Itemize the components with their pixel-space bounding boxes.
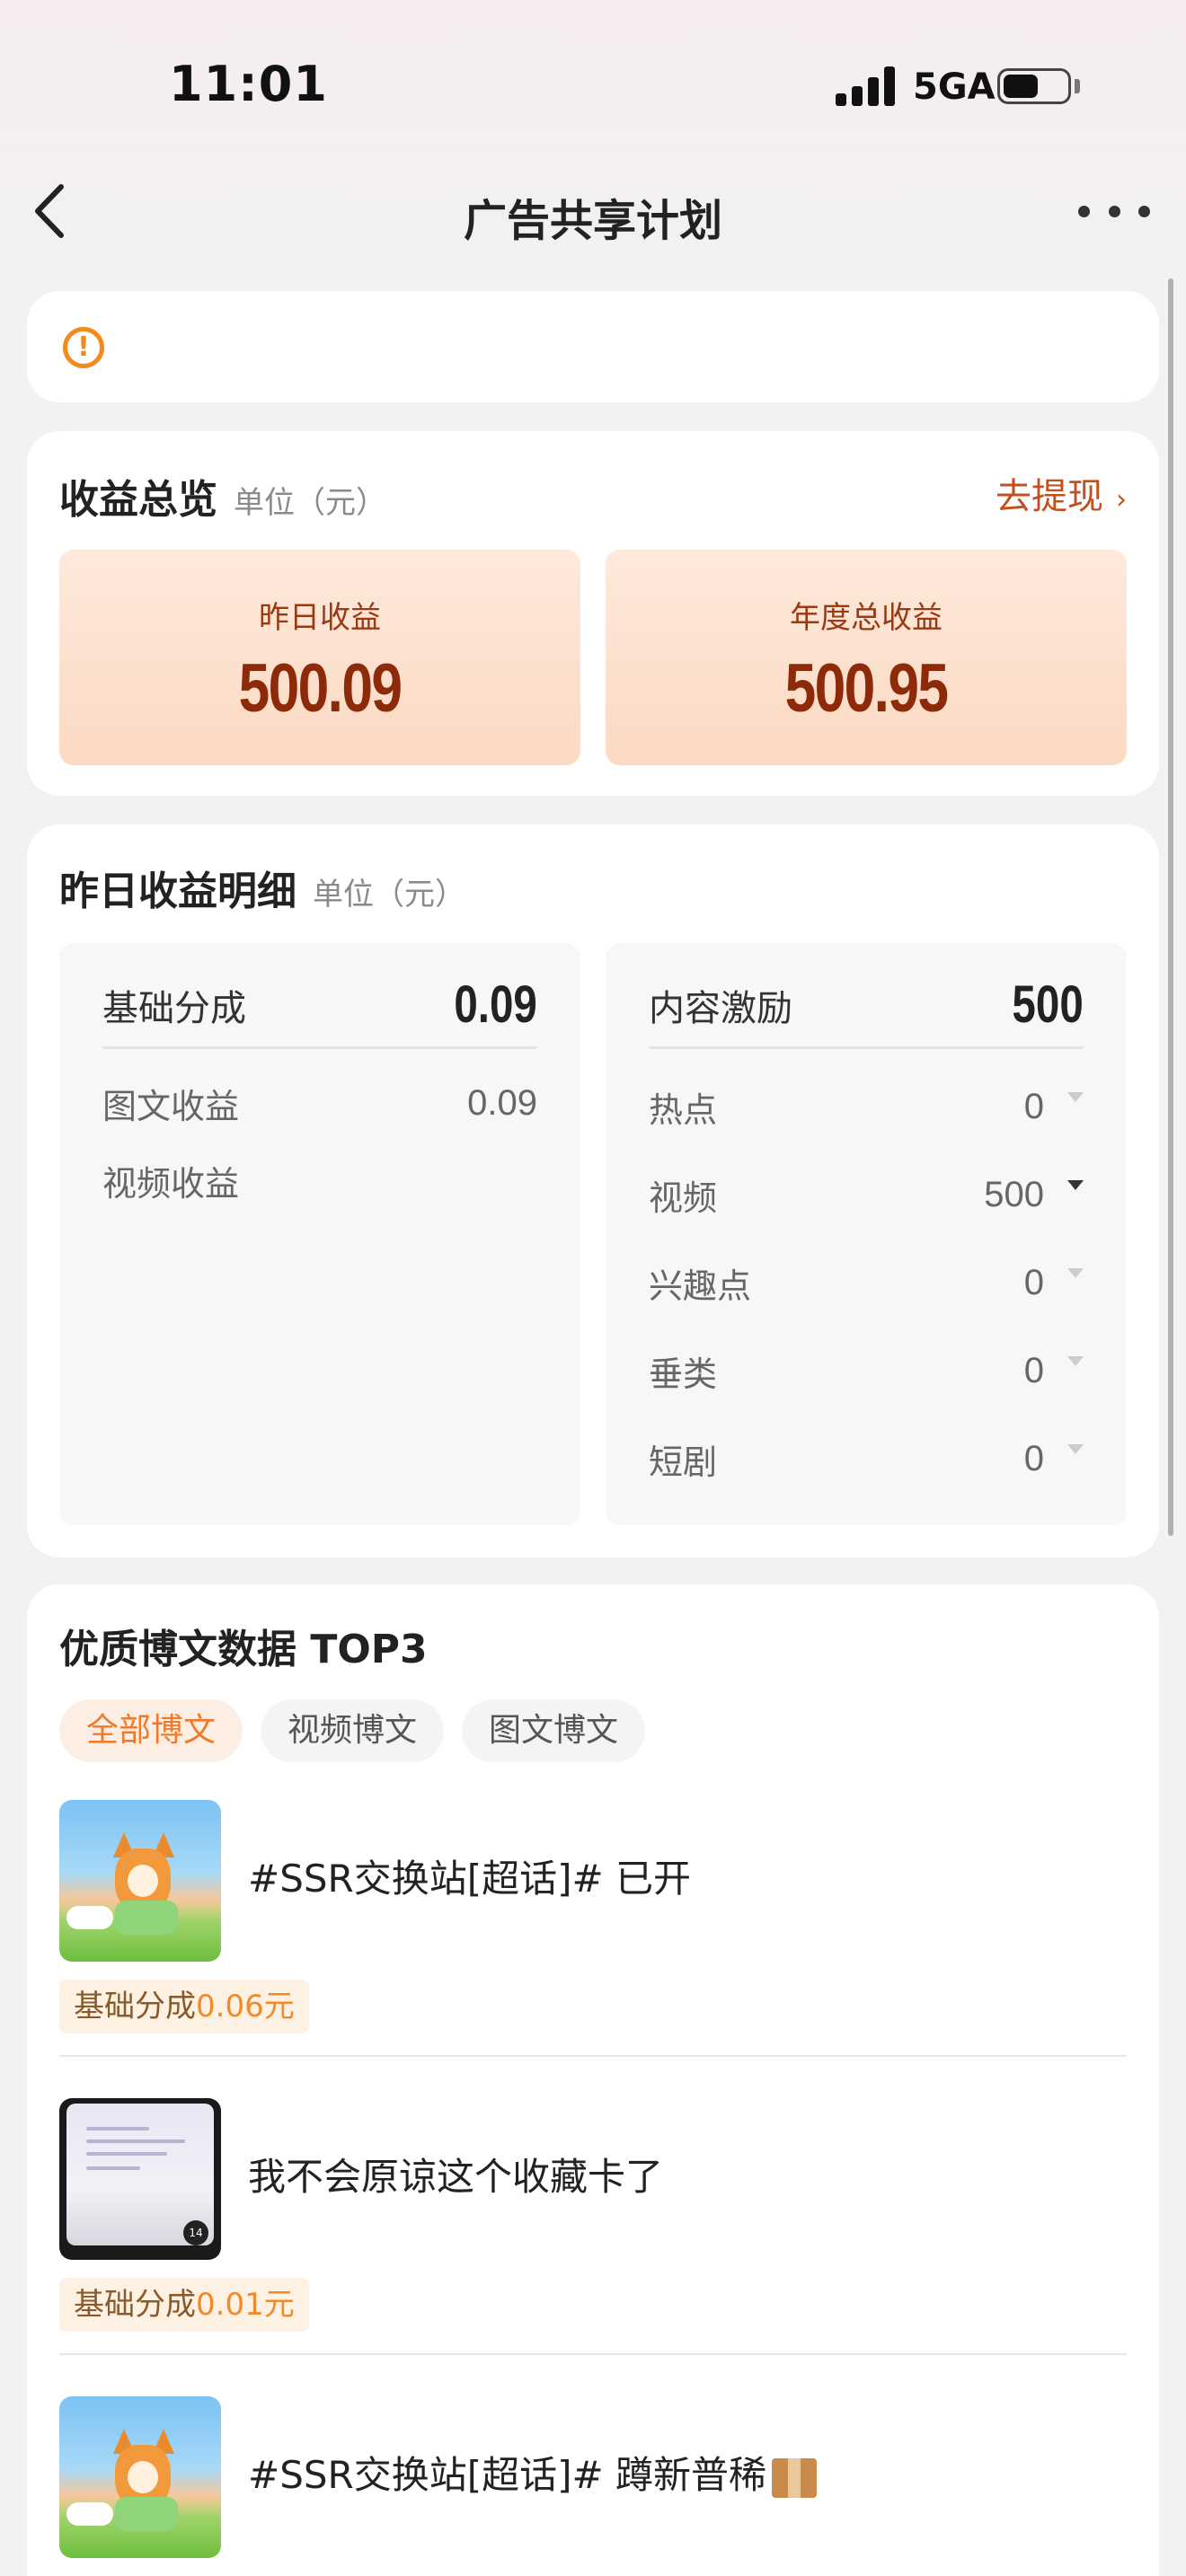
detail-title: 昨日收益明细 单位（元） <box>59 859 465 916</box>
base-share-header: 基础分成 0.09 <box>102 975 537 1049</box>
reward-badge: 基础分成0.01元 <box>59 2278 309 2332</box>
row-label: 图文收益 <box>102 1086 240 1126</box>
post-title: 我不会原谅这个收藏卡了 <box>248 2155 664 2199</box>
post-title: #SSR交换站[超话]# 已开 <box>248 1857 692 1901</box>
yesterday-earnings-label: 昨日收益 <box>259 600 381 636</box>
network-type: 5GA <box>913 66 996 108</box>
post-title: #SSR交换站[超话]# 蹲新普稀 <box>248 2445 818 2500</box>
yesterday-earnings-value: 500.09 <box>238 650 403 727</box>
yesterday-earnings-box: 昨日收益 500.09 <box>59 550 580 765</box>
post-thumbnail: 14 <box>59 2098 221 2260</box>
scrollbar[interactable] <box>1168 278 1173 1536</box>
caret-down-icon <box>1067 1355 1084 1366</box>
divider <box>59 2353 1127 2355</box>
chevron-right-icon: › <box>1116 484 1127 516</box>
top-posts-title: 优质博文数据 TOP3 <box>59 1627 428 1672</box>
package-icon <box>772 2457 818 2498</box>
top-posts-card: 优质博文数据 TOP3 全部博文 视频博文 图文博文 #SSR交换站[超话]# … <box>27 1584 1159 2576</box>
battery-cap <box>1075 79 1080 93</box>
dot <box>1078 205 1090 217</box>
row-label: 视频收益 <box>102 1163 240 1204</box>
content-incentive-box: 内容激励 500 热点 0 视频 500 兴趣点 0 垂类 0 短剧 0 <box>606 943 1127 1525</box>
tab-image-posts[interactable]: 图文博文 <box>462 1699 646 1762</box>
dot <box>1108 205 1120 217</box>
reward-label: 基础分成 <box>74 2287 196 2323</box>
row-value: 0 <box>1023 1262 1044 1302</box>
row-label: 热点 <box>649 1090 718 1130</box>
post-filter-tabs: 全部博文 视频博文 图文博文 <box>59 1699 646 1762</box>
post-thumbnail <box>59 1800 221 1962</box>
battery-icon <box>997 68 1071 104</box>
content-incentive-header: 内容激励 500 <box>649 975 1084 1049</box>
overview-title: 收益总览 单位（元） <box>59 467 386 525</box>
row-label: 垂类 <box>649 1354 718 1394</box>
base-row-graphic: 图文收益 0.09 <box>102 1076 537 1130</box>
incentive-row-hot[interactable]: 热点 0 <box>649 1080 1084 1134</box>
reward-amount: 0.01元 <box>196 2287 295 2323</box>
more-options-button[interactable] <box>1078 198 1150 225</box>
base-row-video: 视频收益 <box>102 1153 537 1207</box>
overview-title-text: 收益总览 <box>59 477 217 523</box>
detail-title-text: 昨日收益明细 <box>59 869 296 914</box>
caret-down-icon <box>1067 1091 1084 1102</box>
incentive-row-interest[interactable]: 兴趣点 0 <box>649 1256 1084 1310</box>
reward-label: 基础分成 <box>74 1989 196 2025</box>
row-value: 500 <box>984 1174 1044 1214</box>
yesterday-detail-card: 昨日收益明细 单位（元） 基础分成 0.09 图文收益 0.09 视频收益 内容激… <box>27 825 1159 1557</box>
caret-down-icon <box>1067 1443 1084 1454</box>
notice-banner[interactable]: ! <box>27 291 1159 402</box>
withdraw-label: 去提现 <box>996 476 1103 517</box>
status-time: 11:01 <box>169 56 328 112</box>
content-incentive-label: 内容激励 <box>649 987 792 1029</box>
row-value: 0 <box>1023 1350 1044 1390</box>
overview-unit: 单位（元） <box>234 485 386 521</box>
withdraw-link[interactable]: 去提现 › <box>996 467 1127 519</box>
incentive-row-short-drama[interactable]: 短剧 0 <box>649 1432 1084 1486</box>
row-label: 视频 <box>649 1178 718 1218</box>
row-label: 兴趣点 <box>649 1266 752 1306</box>
tab-video-posts[interactable]: 视频博文 <box>261 1699 445 1762</box>
caret-down-icon <box>1067 1267 1084 1278</box>
dot <box>1138 205 1150 217</box>
annual-earnings-label: 年度总收益 <box>790 600 943 636</box>
post-thumbnail <box>59 2396 221 2558</box>
row-label: 短剧 <box>649 1442 718 1482</box>
divider <box>59 2055 1127 2057</box>
warning-circle-icon: ! <box>63 327 104 368</box>
base-share-label: 基础分成 <box>102 987 246 1029</box>
annual-earnings-box: 年度总收益 500.95 <box>606 550 1127 765</box>
caret-down-icon <box>1067 1179 1084 1190</box>
row-value: 0.09 <box>467 1082 537 1123</box>
post-title-text: #SSR交换站[超话]# 蹲新普稀 <box>248 2453 767 2497</box>
row-value: 0 <box>1023 1438 1044 1478</box>
base-share-value: 0.09 <box>454 975 537 1034</box>
tab-all-posts[interactable]: 全部博文 <box>59 1699 243 1762</box>
incentive-row-video[interactable]: 视频 500 <box>649 1168 1084 1222</box>
incentive-row-vertical[interactable]: 垂类 0 <box>649 1344 1084 1398</box>
detail-unit: 单位（元） <box>313 877 465 913</box>
reward-badge: 基础分成0.06元 <box>59 1980 309 2033</box>
earnings-overview-card: 收益总览 单位（元） 去提现 › 昨日收益 500.09 年度总收益 500.95 <box>27 431 1159 796</box>
row-value: 0 <box>1023 1086 1044 1126</box>
cellular-signal-icon <box>836 66 898 106</box>
content-incentive-value: 500 <box>1012 975 1084 1034</box>
reward-amount: 0.06元 <box>196 1989 295 2025</box>
base-share-box: 基础分成 0.09 图文收益 0.09 视频收益 <box>59 943 580 1525</box>
page-title: 广告共享计划 <box>463 196 722 246</box>
annual-earnings-value: 500.95 <box>784 650 949 727</box>
